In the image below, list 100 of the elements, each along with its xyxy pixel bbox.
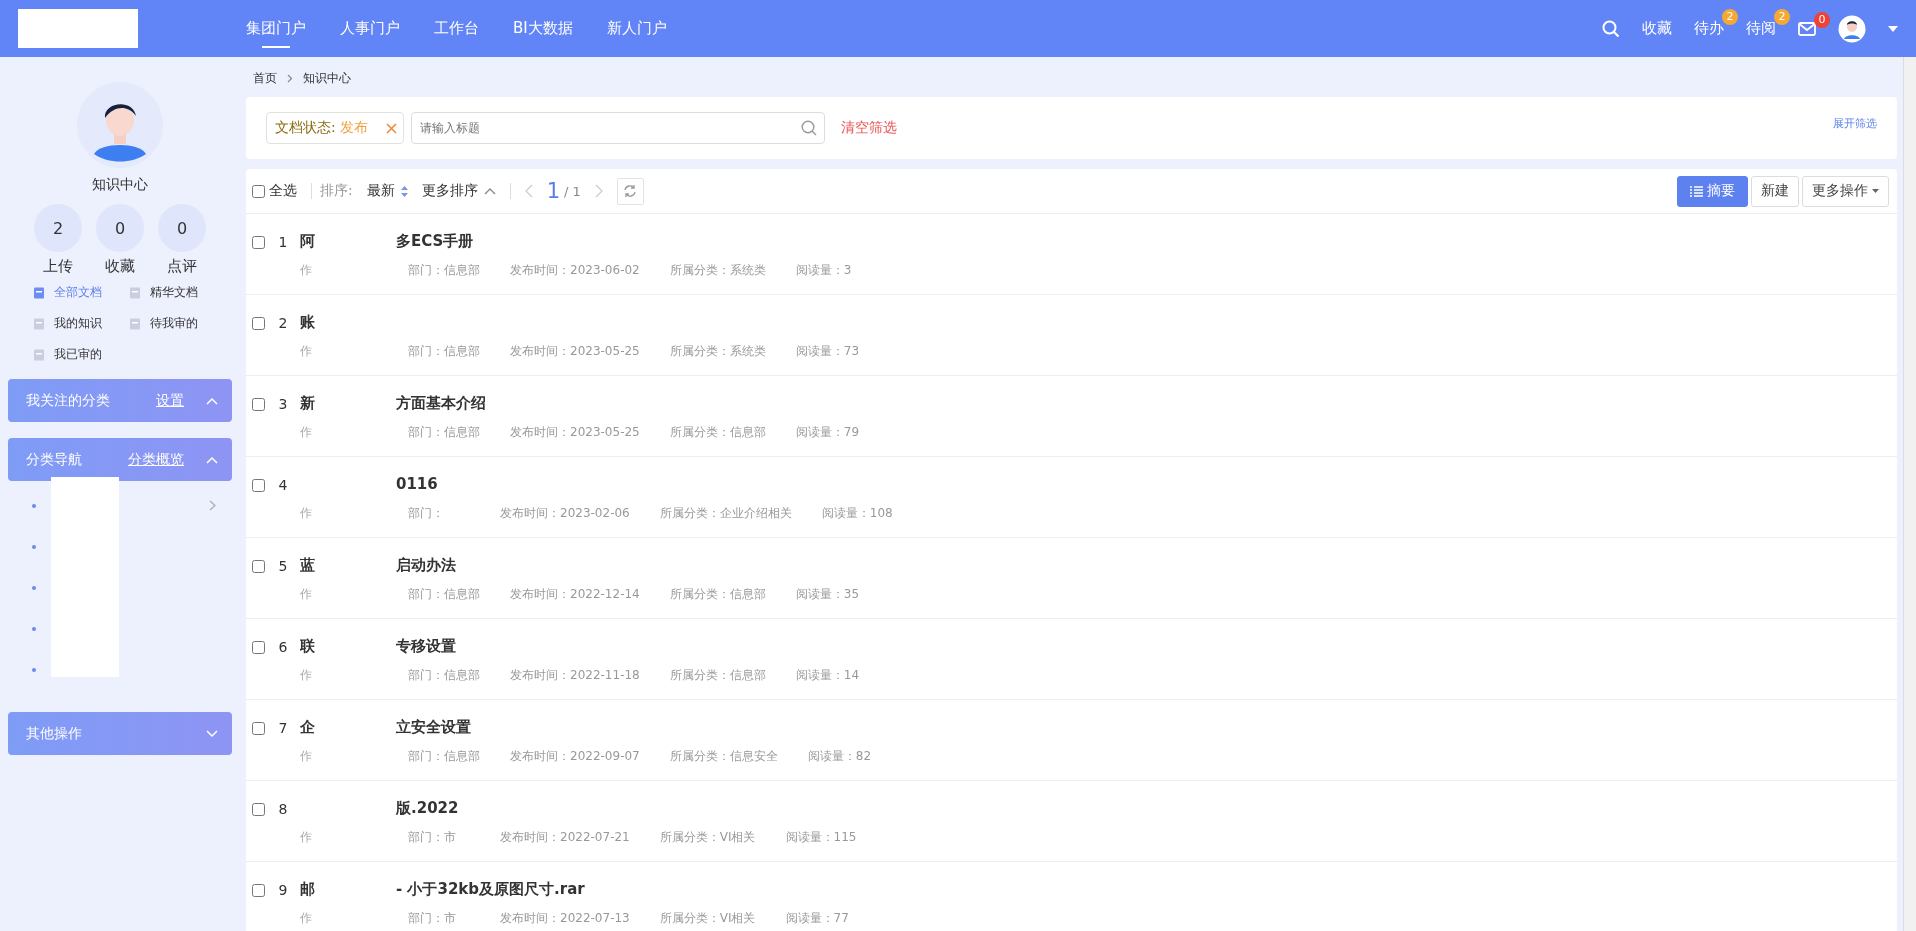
avatar-icon <box>77 82 163 168</box>
department-text: 部门：信息部 <box>408 424 480 441</box>
list-icon <box>1690 185 1703 197</box>
current-page: 1 <box>546 179 561 203</box>
category-text: 所属分类：VI相关 <box>659 910 756 927</box>
checkbox[interactable] <box>252 184 265 198</box>
new-button[interactable]: 新建 <box>1751 175 1799 207</box>
category-text: 所属分类：VI相关 <box>659 829 756 846</box>
checkbox[interactable] <box>252 803 265 816</box>
count-badge: 2 <box>1722 9 1738 25</box>
scrollbar[interactable] <box>1903 57 1916 931</box>
checkbox[interactable] <box>252 641 265 654</box>
document-title[interactable]: 多ECS手册 <box>396 232 474 250</box>
document-title[interactable]: 专移设置 <box>396 637 456 655</box>
checkbox[interactable] <box>252 884 265 897</box>
department-text: 部门：市 <box>408 910 457 927</box>
author-text: 作 <box>300 748 313 765</box>
checkbox[interactable] <box>252 398 265 411</box>
expand-filter-link[interactable]: 展开筛选 <box>1833 115 1877 131</box>
document-title[interactable]: 版.2022 <box>396 799 459 817</box>
row-number: 8 <box>277 801 289 817</box>
document-icon <box>33 286 45 299</box>
document-title[interactable]: 邮 <box>300 880 316 898</box>
sidebar-link[interactable]: 待我审的 <box>129 315 225 332</box>
document-icon <box>33 348 45 361</box>
clear-filter-link[interactable]: 清空筛选 <box>840 119 897 137</box>
breadcrumb-link[interactable]: 首页 <box>253 69 277 87</box>
search-icon[interactable] <box>800 120 817 136</box>
bullet-icon <box>32 626 36 631</box>
chevron-icon <box>206 729 218 738</box>
count-badge: 0 <box>1814 11 1830 28</box>
publish-date: 发布时间：2023-05-25 <box>510 424 640 441</box>
row-number: 5 <box>277 558 289 574</box>
stat-count[interactable]: 0 <box>158 204 206 252</box>
stat-label: 收藏 <box>105 257 135 276</box>
checkbox[interactable] <box>252 722 265 735</box>
category-text: 所属分类：信息部 <box>669 667 766 684</box>
summary-button[interactable]: 摘要 <box>1677 175 1748 207</box>
category-text: 所属分类：系统类 <box>669 262 766 279</box>
document-title[interactable]: 新 <box>300 394 316 412</box>
publish-date: 发布时间：2022-12-14 <box>510 586 640 603</box>
category-text: 所属分类：系统类 <box>669 343 766 360</box>
stat-label: 点评 <box>167 257 197 276</box>
sidebar-link[interactable]: 精华文档 <box>129 284 225 301</box>
publish-date: 发布时间：2023-02-06 <box>500 505 630 522</box>
breadcrumb-current: 知识中心 <box>303 69 351 87</box>
row-number: 6 <box>277 639 289 655</box>
document-title[interactable]: 蓝 <box>300 556 316 574</box>
read-count: 阅读量：14 <box>795 667 860 684</box>
publish-date: 发布时间：2022-07-13 <box>500 910 630 927</box>
checkbox[interactable] <box>252 479 265 492</box>
document-icon <box>33 317 45 330</box>
select-all-label[interactable]: 全选 <box>269 182 297 200</box>
checkbox[interactable] <box>252 560 265 573</box>
document-title[interactable]: 0116 <box>396 475 438 493</box>
department-text: 部门：市 <box>408 829 457 846</box>
author-text: 作 <box>300 262 313 279</box>
author-text: 作 <box>300 343 313 360</box>
document-title[interactable]: 阿 <box>300 232 316 250</box>
more-actions-button[interactable]: 更多操作 <box>1802 175 1889 207</box>
filter-tag[interactable]: 文档状态: 发布 <box>266 112 404 144</box>
avatar-icon[interactable] <box>1838 14 1866 43</box>
close-icon[interactable] <box>385 122 397 134</box>
department-text: 部门：信息部 <box>408 667 480 684</box>
sort-icon <box>400 185 408 197</box>
bullet-icon <box>32 503 36 508</box>
sort-label: 排序: <box>320 182 353 200</box>
document-title[interactable]: 方面基本介绍 <box>396 394 486 412</box>
document-title[interactable]: - 小于32kb及原图尺寸.rar <box>396 880 585 898</box>
read-count: 阅读量：108 <box>821 505 893 522</box>
mail-icon[interactable] <box>1798 21 1816 36</box>
more-sort-button[interactable]: 更多排序 <box>421 182 496 200</box>
read-count: 阅读量：82 <box>807 748 872 765</box>
read-count: 阅读量：77 <box>785 910 849 927</box>
sidebar-link[interactable]: 我已审的 <box>33 346 129 363</box>
document-title[interactable]: 启动办法 <box>396 556 456 574</box>
bullet-icon <box>32 585 36 590</box>
search-icon[interactable] <box>1602 19 1620 38</box>
row-number: 4 <box>277 477 289 493</box>
checkbox[interactable] <box>252 317 265 330</box>
page-total: / 1 <box>564 183 581 199</box>
search-field[interactable]: 请输入标题 <box>410 112 825 144</box>
document-icon <box>129 317 141 330</box>
author-text: 作 <box>300 424 313 441</box>
refresh-button[interactable] <box>616 177 644 205</box>
sidebar-title: 知识中心 <box>92 176 148 194</box>
document-title[interactable]: 企 <box>300 718 316 736</box>
document-title[interactable]: 联 <box>300 637 316 655</box>
row-number: 7 <box>277 720 289 736</box>
stat-count[interactable]: 0 <box>96 204 144 252</box>
checkbox[interactable] <box>252 236 265 249</box>
row-number: 2 <box>277 315 289 331</box>
row-number: 3 <box>277 396 289 412</box>
author-text: 作 <box>300 586 313 603</box>
stat-count[interactable]: 2 <box>34 204 82 252</box>
sort-newest-button[interactable]: 最新 <box>366 182 408 200</box>
document-title[interactable]: 账 <box>300 313 316 331</box>
caret-icon[interactable] <box>1888 25 1898 32</box>
document-title[interactable]: 立安全设置 <box>396 718 471 736</box>
sidebar-link[interactable]: 我的知识 <box>33 315 129 332</box>
